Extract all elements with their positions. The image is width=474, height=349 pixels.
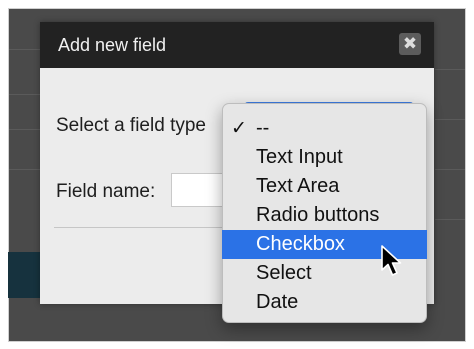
option-label: Checkbox: [256, 233, 345, 255]
option-label: Radio buttons: [256, 204, 380, 226]
option-label: Date: [256, 291, 299, 313]
field-type-dropdown-menu[interactable]: ✓ -- Text Input Text Area Radio buttons …: [222, 103, 427, 323]
close-button[interactable]: ✖: [399, 33, 421, 55]
dropdown-option-text-input[interactable]: Text Input: [223, 143, 426, 172]
dropdown-option-radio-buttons[interactable]: Radio buttons: [223, 201, 426, 230]
dropdown-option-date[interactable]: Date: [223, 288, 426, 317]
mouse-pointer-icon: [381, 245, 402, 276]
field-type-label: Select a field type: [56, 115, 206, 136]
field-name-label: Field name:: [56, 181, 156, 202]
backdrop-row-line: [435, 219, 465, 220]
background-panel: [8, 252, 40, 298]
dropdown-option-text-area[interactable]: Text Area: [223, 172, 426, 201]
dialog-title: Add new field: [58, 35, 167, 55]
dialog-header: Add new field ✖: [40, 22, 434, 68]
backdrop-row-line: [435, 169, 465, 170]
option-label: Text Input: [256, 146, 343, 168]
backdrop-row-line: [435, 69, 465, 70]
option-label: Select: [256, 262, 312, 284]
close-icon: ✖: [402, 34, 418, 53]
option-label: Text Area: [256, 175, 340, 197]
checkmark-icon: ✓: [231, 118, 247, 139]
option-label: --: [256, 117, 270, 139]
backdrop-row-line: [435, 119, 465, 120]
dropdown-option-empty[interactable]: ✓ --: [223, 114, 426, 143]
